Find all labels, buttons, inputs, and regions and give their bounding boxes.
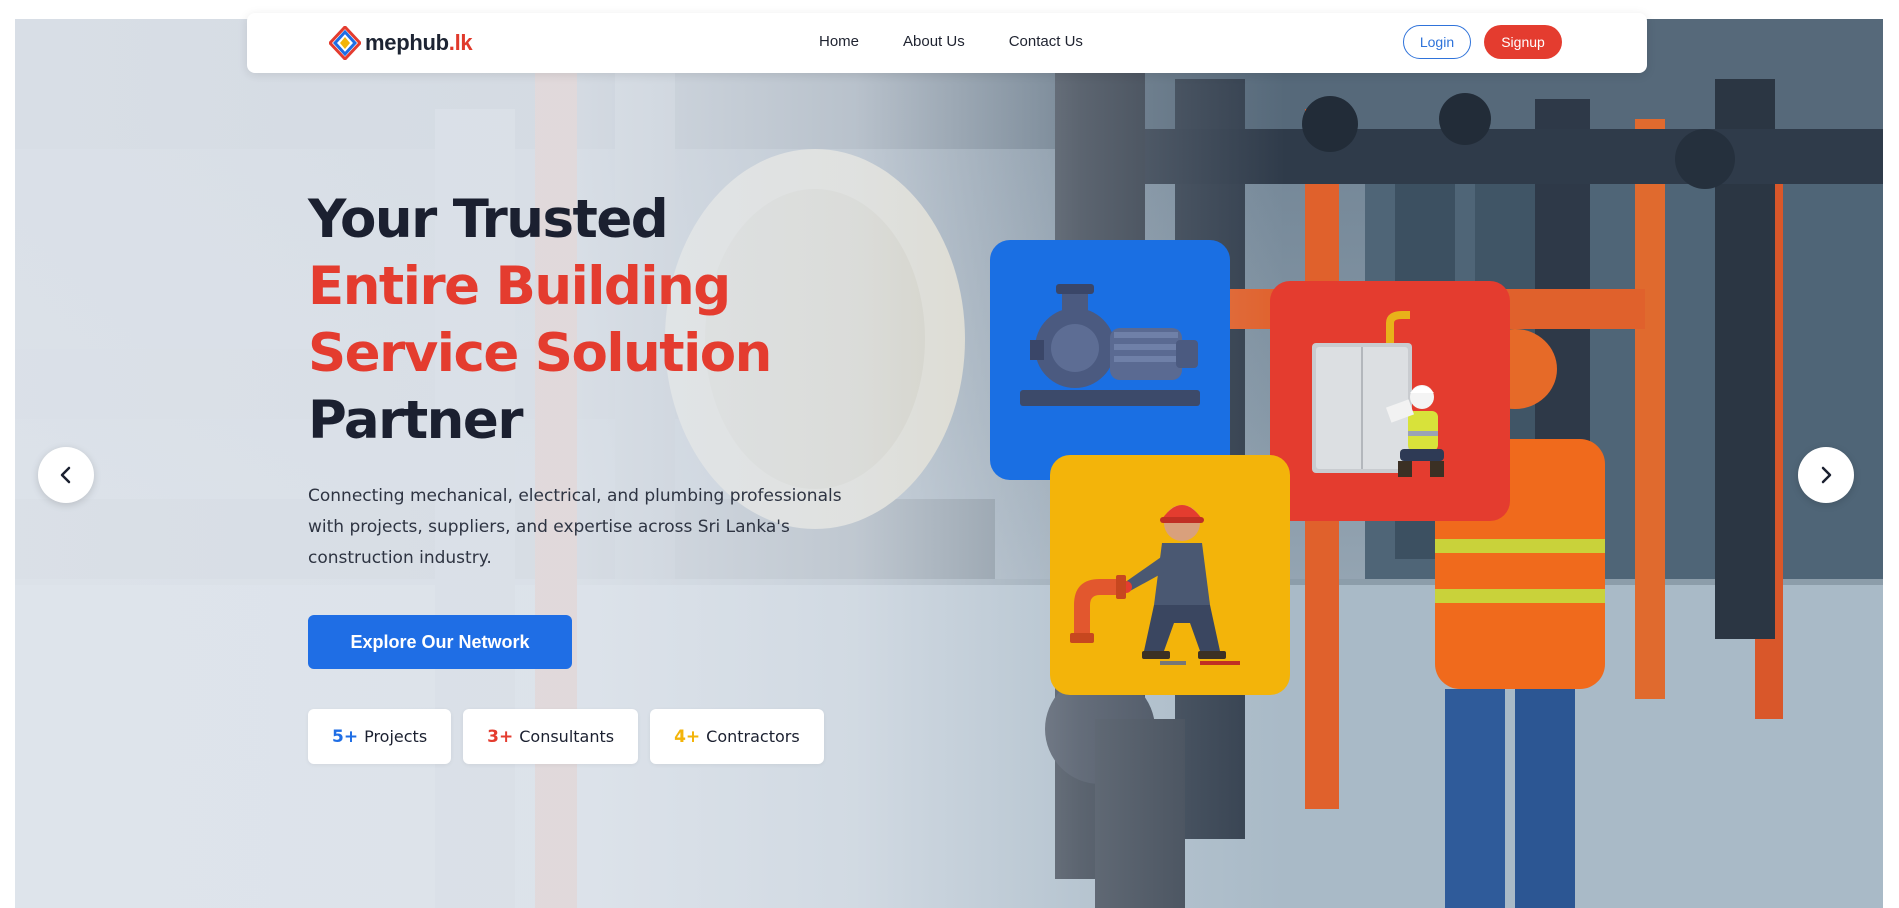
tile-electrical (1270, 281, 1510, 521)
stat-projects: 5+ Projects (308, 709, 452, 764)
carousel-next-button[interactable] (1798, 447, 1854, 503)
stat-value: 5+ (332, 726, 359, 747)
stat-label: Consultants (519, 727, 615, 746)
nav-home[interactable]: Home (819, 33, 859, 50)
logo-text: mephub.lk (365, 30, 473, 56)
hero-subtext: Connecting mechanical, electrical, and p… (308, 486, 842, 568)
nav-about-us[interactable]: About Us (903, 33, 965, 50)
plumber-worker-icon (1070, 505, 1240, 665)
nav-links: Home About Us Contact Us (819, 33, 1127, 50)
chevron-right-icon (1821, 466, 1832, 484)
brand-tld: .lk (448, 30, 473, 55)
explore-network-button[interactable]: Explore Our Network (308, 615, 572, 669)
stat-value: 4+ (674, 726, 701, 747)
headline-line-3: Service Solution (308, 323, 772, 384)
stats-row: 5+ Projects 3+ Consultants 4+ Contractor… (308, 709, 836, 764)
tile-plumbing (1050, 455, 1290, 695)
hero-headline: Your Trusted Entire Building Service Sol… (308, 186, 772, 454)
top-navbar: mephub.lk Home About Us Contact Us Login… (247, 13, 1647, 73)
stat-value: 3+ (487, 726, 514, 747)
carousel-prev-button[interactable] (38, 447, 94, 503)
page: mephub.lk Home About Us Contact Us Login… (0, 0, 1899, 908)
water-pump-icon (1020, 284, 1200, 406)
stat-consultants: 3+ Consultants (463, 709, 639, 764)
mephub-diamond-logo-icon (329, 26, 361, 60)
headline-line-4: Partner (308, 390, 523, 451)
generator-engineer-icon (1312, 311, 1444, 477)
stat-label: Contractors (706, 727, 800, 746)
stat-label: Projects (364, 727, 428, 746)
brand-name: mephub (365, 30, 449, 55)
nav-contact-us[interactable]: Contact Us (1009, 33, 1083, 50)
headline-line-1: Your Trusted (308, 189, 669, 250)
hero-banner (15, 19, 1883, 908)
hero-overlay (15, 19, 1883, 908)
headline-line-2: Entire Building (308, 256, 731, 317)
logo[interactable]: mephub.lk (329, 26, 473, 60)
signup-button[interactable]: Signup (1484, 25, 1562, 59)
stat-contractors: 4+ Contractors (650, 709, 824, 764)
login-button[interactable]: Login (1403, 25, 1471, 59)
chevron-left-icon (60, 466, 71, 484)
tile-mechanical (990, 240, 1230, 480)
